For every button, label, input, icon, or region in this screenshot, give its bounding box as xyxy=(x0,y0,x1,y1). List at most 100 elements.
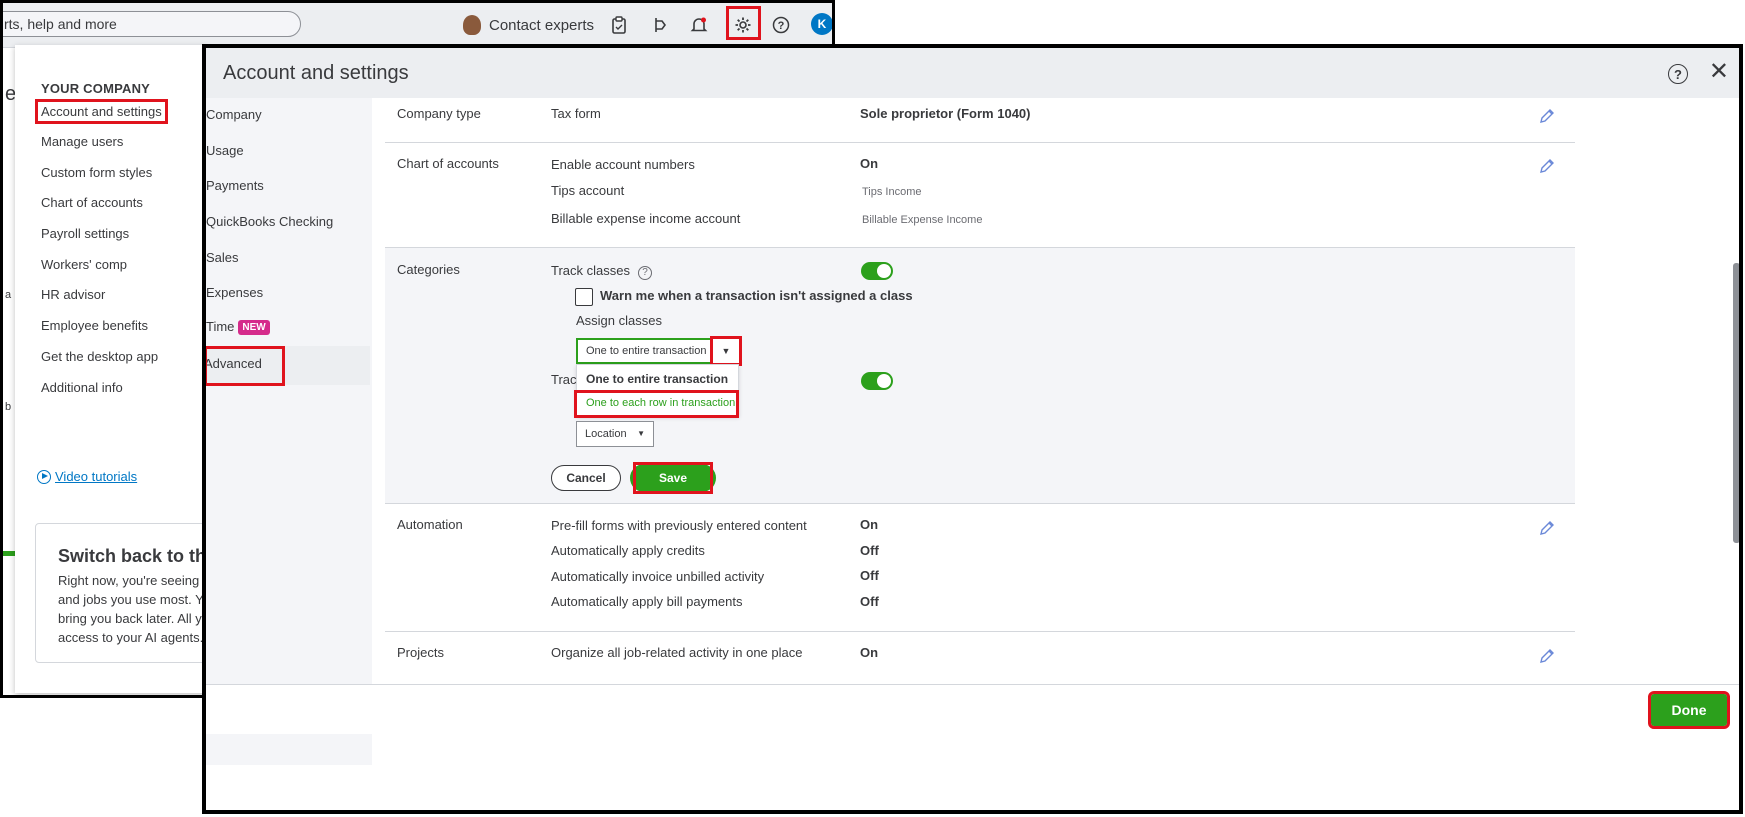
menu-link-workers-comp[interactable]: Workers' comp xyxy=(41,257,127,272)
nav-item-usage[interactable]: Usage xyxy=(206,143,244,158)
edit-pencil-icon[interactable] xyxy=(1539,520,1555,536)
panel-heading: YOUR COMPANY xyxy=(41,81,151,96)
scrollbar[interactable] xyxy=(1733,263,1739,543)
nav-item-company[interactable]: Company xyxy=(206,107,262,122)
menu-link-payroll-settings[interactable]: Payroll settings xyxy=(41,226,129,241)
menu-link-manage-users[interactable]: Manage users xyxy=(41,134,123,149)
close-icon[interactable]: ✕ xyxy=(1709,60,1729,84)
menu-link-additional-info[interactable]: Additional info xyxy=(41,380,123,395)
field-label: Pre-fill forms with previously entered c… xyxy=(551,518,807,533)
background-text: a xyxy=(5,289,12,301)
field-label: Billable expense income account xyxy=(551,211,741,226)
section-projects: Projects Organize all job-related activi… xyxy=(385,632,1575,692)
location-select[interactable]: Location ▼ xyxy=(576,421,654,447)
background-text: b xyxy=(5,401,12,413)
option-highlight xyxy=(574,390,739,418)
new-badge: NEW xyxy=(238,320,270,335)
chevron-down-icon[interactable]: ▼ xyxy=(710,336,742,366)
track-classes-toggle[interactable] xyxy=(861,262,893,280)
edit-pencil-icon[interactable] xyxy=(1539,158,1555,174)
assign-classes-select[interactable]: One to entire transaction ▼ xyxy=(576,336,742,366)
play-icon xyxy=(37,469,51,484)
video-tutorials-label: Video tutorials xyxy=(55,469,138,484)
svg-text:?: ? xyxy=(778,20,785,32)
field-label: Tax form xyxy=(551,106,601,121)
top-bar: rts, help and more Contact experts ? K xyxy=(3,3,832,48)
user-avatar[interactable]: K xyxy=(811,13,832,35)
section-label: Projects xyxy=(397,645,444,660)
assign-classes-dropdown: One to entire transaction One to each ro… xyxy=(574,364,739,418)
warn-unassigned-class-checkbox[interactable] xyxy=(575,288,593,306)
field-label: Automatically apply credits xyxy=(551,543,705,558)
dropdown-option[interactable]: One to entire transaction xyxy=(586,372,728,386)
field-label: Organize all job-related activity in one… xyxy=(551,645,803,660)
save-highlight xyxy=(633,462,713,494)
nav-item-quickbooks-checking[interactable]: QuickBooks Checking xyxy=(206,214,333,229)
menu-link-chart-of-accounts[interactable]: Chart of accounts xyxy=(41,195,143,210)
field-value: On xyxy=(860,156,879,171)
assign-classes-value: One to entire transaction xyxy=(586,345,707,357)
menu-link-custom-form-styles[interactable]: Custom form styles xyxy=(41,165,152,180)
dialog-title: Account and settings xyxy=(223,62,409,84)
info-icon[interactable]: ? xyxy=(637,266,652,280)
edit-pencil-icon[interactable] xyxy=(1539,108,1555,124)
done-button[interactable]: Done xyxy=(1648,691,1730,729)
menu-link-account-and-settings[interactable]: Account and settings xyxy=(35,99,168,124)
field-value: Off xyxy=(860,568,879,583)
field-value: Tips Income xyxy=(862,186,922,198)
search-input[interactable]: rts, help and more xyxy=(3,11,301,37)
advanced-highlight xyxy=(206,346,285,386)
menu-link-employee-benefits[interactable]: Employee benefits xyxy=(41,318,148,333)
location-select-value: Location xyxy=(585,428,627,440)
field-label: Tips account xyxy=(551,183,625,198)
dialog-footer: Done xyxy=(206,684,1739,734)
apps-icon[interactable] xyxy=(646,12,672,38)
menu-link-get-desktop-app[interactable]: Get the desktop app xyxy=(41,349,158,364)
field-value: Off xyxy=(860,543,879,558)
track-locations-toggle[interactable] xyxy=(861,372,893,390)
video-tutorials-link[interactable]: Video tutorials xyxy=(37,469,137,484)
contact-experts-label: Contact experts xyxy=(489,16,595,34)
section-label: Chart of accounts xyxy=(397,156,499,171)
settings-nav: Company Usage Payments QuickBooks Checki… xyxy=(206,98,372,765)
warn-unassigned-class-label: Warn me when a transaction isn't assigne… xyxy=(600,288,913,303)
nav-item-sales[interactable]: Sales xyxy=(206,250,239,265)
dialog-header: Account and settings ? ✕ xyxy=(206,48,1739,98)
field-value: On xyxy=(860,645,879,660)
section-label: Company type xyxy=(397,106,481,121)
assign-classes-label: Assign classes xyxy=(576,313,662,328)
help-icon[interactable]: ? xyxy=(1668,64,1688,84)
edit-pencil-icon[interactable] xyxy=(1539,648,1555,664)
settings-content: Company type Tax form Sole proprietor (F… xyxy=(372,98,1739,765)
chevron-down-icon: ▼ xyxy=(637,429,645,438)
section-categories: Categories Track classes? Warn me when a… xyxy=(385,248,1575,504)
section-chart-of-accounts: Chart of accounts Enable account numbers… xyxy=(385,143,1575,248)
contact-experts-button[interactable]: Contact experts xyxy=(463,15,594,35)
nav-item-time[interactable]: Time NEW xyxy=(206,319,270,335)
help-icon[interactable]: ? xyxy=(768,12,794,38)
gear-menu-panel: YOUR COMPANY Account and settings Manage… xyxy=(15,45,235,693)
expert-avatar-icon xyxy=(463,15,481,35)
field-label: Automatically apply bill payments xyxy=(551,594,743,609)
menu-link-hr-advisor[interactable]: HR advisor xyxy=(41,287,105,302)
track-classes-text: Track classes xyxy=(551,263,630,278)
section-company-type: Company type Tax form Sole proprietor (F… xyxy=(385,98,1575,143)
field-value: Off xyxy=(860,594,879,609)
field-label: Automatically invoice unbilled activity xyxy=(551,569,765,584)
nav-item-expenses[interactable]: Expenses xyxy=(206,285,263,300)
section-label: Automation xyxy=(397,517,463,532)
section-automation: Automation Pre-fill forms with previousl… xyxy=(385,504,1575,632)
cancel-button[interactable]: Cancel xyxy=(551,465,621,491)
gear-highlight xyxy=(726,6,761,40)
field-value: On xyxy=(860,517,879,532)
field-label: Enable account numbers xyxy=(551,157,695,172)
track-classes-label: Track classes? xyxy=(551,263,652,280)
field-value: Sole proprietor (Form 1040) xyxy=(860,106,1031,121)
field-value: Billable Expense Income xyxy=(862,214,983,226)
nav-item-time-label: Time xyxy=(206,319,235,334)
bell-icon[interactable] xyxy=(686,12,712,38)
nav-item-payments[interactable]: Payments xyxy=(206,178,264,193)
section-label: Categories xyxy=(397,262,460,277)
account-settings-dialog: Account and settings ? ✕ Company Usage P… xyxy=(202,44,1743,814)
clipboard-icon[interactable] xyxy=(606,12,632,38)
